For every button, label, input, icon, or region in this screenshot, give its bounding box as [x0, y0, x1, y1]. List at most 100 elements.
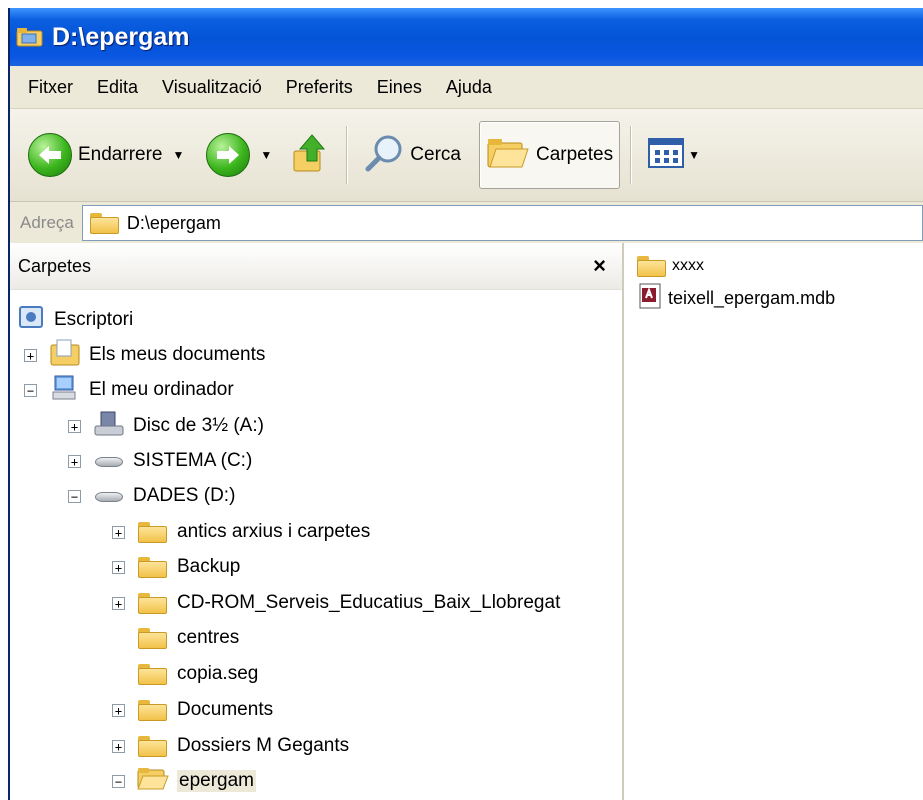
folder-icon — [137, 591, 169, 615]
menu-preferits[interactable]: Preferits — [274, 77, 365, 98]
address-value: D:\epergam — [126, 212, 221, 233]
folders-button[interactable]: Carpetes — [478, 121, 621, 189]
tree-item-epergam[interactable]: − epergam — [112, 764, 256, 798]
up-folder-icon — [290, 131, 330, 180]
tree-expander[interactable]: + — [68, 419, 81, 433]
menu-visualitzacio[interactable]: Visualització — [150, 77, 274, 98]
tree-expander[interactable]: − — [112, 774, 125, 788]
toolbar-separator — [630, 126, 633, 184]
file-list-pane: xxxx teixell_epergam.mdb — [626, 243, 923, 800]
tree-item-label: Documents — [177, 699, 274, 720]
tree-item-label: Backup — [177, 556, 241, 577]
tree-expander[interactable]: + — [24, 348, 37, 362]
tree-item-label: CD-ROM_Serveis_Educatius_Baix_Llobregat — [177, 592, 561, 613]
tree-item-el-meu-ordinador[interactable]: − El meu ordinador — [24, 373, 234, 407]
tree-expander[interactable]: + — [112, 560, 125, 574]
folder-open-icon — [137, 767, 169, 796]
tree-item-floppy-a[interactable]: + Disc de 3½ (A:) — [68, 409, 264, 443]
address-bar: Adreça D:\epergam — [10, 202, 923, 245]
back-button[interactable]: Endarrere ▼ — [22, 122, 190, 188]
tree-item-cd-rom-serveis[interactable]: + CD-ROM_Serveis_Educatius_Baix_Llobrega… — [112, 586, 560, 620]
search-label: Cerca — [410, 144, 461, 165]
back-dropdown-icon[interactable]: ▼ — [173, 148, 185, 162]
close-icon[interactable]: × — [593, 253, 606, 279]
search-icon — [364, 133, 404, 178]
forward-dropdown-icon[interactable]: ▼ — [260, 148, 272, 162]
address-label: Adreça — [20, 213, 74, 232]
tree-expander[interactable]: + — [112, 596, 125, 610]
tree-item-label: Els meus documents — [89, 344, 266, 365]
menu-fitxer[interactable]: Fitxer — [16, 77, 85, 98]
folder-icon — [137, 626, 169, 650]
tree-item-label: epergam — [177, 770, 256, 792]
folder-icon — [137, 520, 169, 544]
tree-item-label: Escriptori — [54, 309, 134, 330]
tree-item-label: antics arxius i carpetes — [177, 521, 371, 542]
toolbar: Endarrere ▼ ▼ Cerca Carpetes ▼ — [10, 109, 923, 202]
tree-item-els-meus-documents[interactable]: + Els meus documents — [24, 338, 265, 372]
tree-item-sistema-c[interactable]: + SISTEMA (C:) — [68, 444, 252, 478]
access-database-icon — [636, 282, 664, 315]
views-icon — [648, 137, 685, 173]
folder-window-icon — [16, 26, 44, 48]
tree-item-label: SISTEMA (C:) — [133, 450, 253, 471]
my-documents-icon — [49, 339, 81, 372]
tree-expander[interactable]: − — [24, 383, 37, 397]
tree-item-centres[interactable]: centres — [112, 621, 239, 655]
file-item[interactable]: teixell_epergam.mdb — [636, 283, 835, 313]
folders-label: Carpetes — [535, 144, 614, 165]
folder-icon — [137, 662, 169, 686]
tree-expander[interactable]: + — [112, 525, 125, 539]
title-bar[interactable]: D:\epergam — [10, 8, 923, 66]
menu-edita[interactable]: Edita — [85, 77, 150, 98]
folder-icon — [137, 698, 169, 722]
folder-icon — [137, 555, 169, 579]
explorer-window: D:\epergam Fitxer Edita Visualització Pr… — [8, 8, 923, 800]
hard-drive-icon — [93, 449, 125, 473]
folders-pane-header: Carpetes × — [10, 243, 622, 290]
back-label: Endarrere — [78, 144, 163, 165]
content-area: Carpetes × Escriptori + Els meus documen… — [10, 243, 923, 800]
file-name: xxxx — [672, 257, 704, 274]
menu-ajuda[interactable]: Ajuda — [434, 77, 504, 98]
tree-item-documents[interactable]: + Documents — [112, 693, 273, 727]
tree-item-copia-seg[interactable]: copia.seg — [112, 657, 258, 691]
folder-icon — [636, 254, 668, 278]
tree-item-label: Disc de 3½ (A:) — [133, 415, 264, 436]
tree-item-escriptori[interactable]: Escriptori — [18, 303, 133, 337]
back-arrow-icon — [28, 133, 72, 177]
forward-button[interactable]: ▼ — [200, 122, 278, 188]
tree-item-label: copia.seg — [177, 663, 259, 684]
folders-pane-title: Carpetes — [18, 255, 92, 276]
window-title: D:\epergam — [52, 22, 190, 51]
tree-expander[interactable]: − — [68, 489, 81, 503]
folder-icon — [89, 211, 121, 235]
tree-item-backup[interactable]: + Backup — [112, 550, 240, 584]
tree-item-label: El meu ordinador — [89, 379, 234, 400]
menu-eines[interactable]: Eines — [365, 77, 434, 98]
file-name: teixell_epergam.mdb — [668, 287, 836, 308]
views-dropdown-icon[interactable]: ▼ — [688, 148, 700, 162]
search-button[interactable]: Cerca — [358, 122, 467, 188]
hard-drive-icon — [93, 484, 125, 508]
my-computer-icon — [49, 374, 81, 407]
up-folder-button[interactable] — [284, 122, 336, 188]
tree-item-label: Dossiers M Gegants — [177, 735, 350, 756]
tree-expander[interactable]: + — [68, 454, 81, 468]
toolbar-separator — [346, 126, 349, 184]
tree-item-antics-arxius[interactable]: + antics arxius i carpetes — [112, 515, 370, 549]
views-button[interactable]: ▼ — [642, 122, 706, 188]
tree-item-dades-d[interactable]: − DADES (D:) — [68, 479, 235, 513]
file-item[interactable]: xxxx — [636, 251, 704, 281]
folders-pane: Carpetes × Escriptori + Els meus documen… — [10, 243, 624, 800]
tree-item-label: centres — [177, 627, 240, 648]
tree-item-dossiers-m-gegants[interactable]: + Dossiers M Gegants — [112, 729, 349, 763]
folder-icon — [137, 734, 169, 758]
address-input[interactable]: D:\epergam — [81, 205, 923, 241]
folders-icon — [486, 135, 530, 176]
tree-expander[interactable]: + — [112, 703, 125, 717]
menu-bar: Fitxer Edita Visualització Preferits Ein… — [10, 66, 923, 109]
tree-expander[interactable]: + — [112, 739, 125, 753]
forward-arrow-icon — [206, 133, 251, 177]
desktop-icon — [18, 305, 46, 336]
